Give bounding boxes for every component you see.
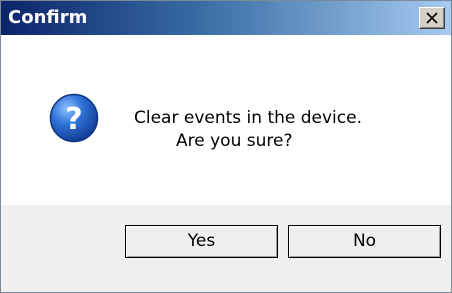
close-icon	[426, 12, 438, 24]
message-line-2: Are you sure?	[176, 131, 293, 151]
button-bar: Yes No	[1, 205, 451, 292]
title-bar[interactable]: Confirm	[1, 1, 451, 35]
no-button[interactable]: No	[288, 225, 441, 258]
dialog-content: ? Clear events in the device. Are you su…	[1, 35, 451, 205]
dialog-title: Confirm	[8, 7, 88, 28]
message-line-1: Clear events in the device.	[134, 108, 362, 128]
question-icon: ?	[49, 93, 99, 143]
confirm-message: Clear events in the device. Are you sure…	[134, 107, 362, 153]
svg-text:?: ?	[65, 102, 82, 137]
confirm-dialog: Confirm ? Clear events in the device. Ar…	[0, 0, 452, 293]
yes-button[interactable]: Yes	[125, 225, 278, 258]
close-button[interactable]	[419, 7, 445, 29]
